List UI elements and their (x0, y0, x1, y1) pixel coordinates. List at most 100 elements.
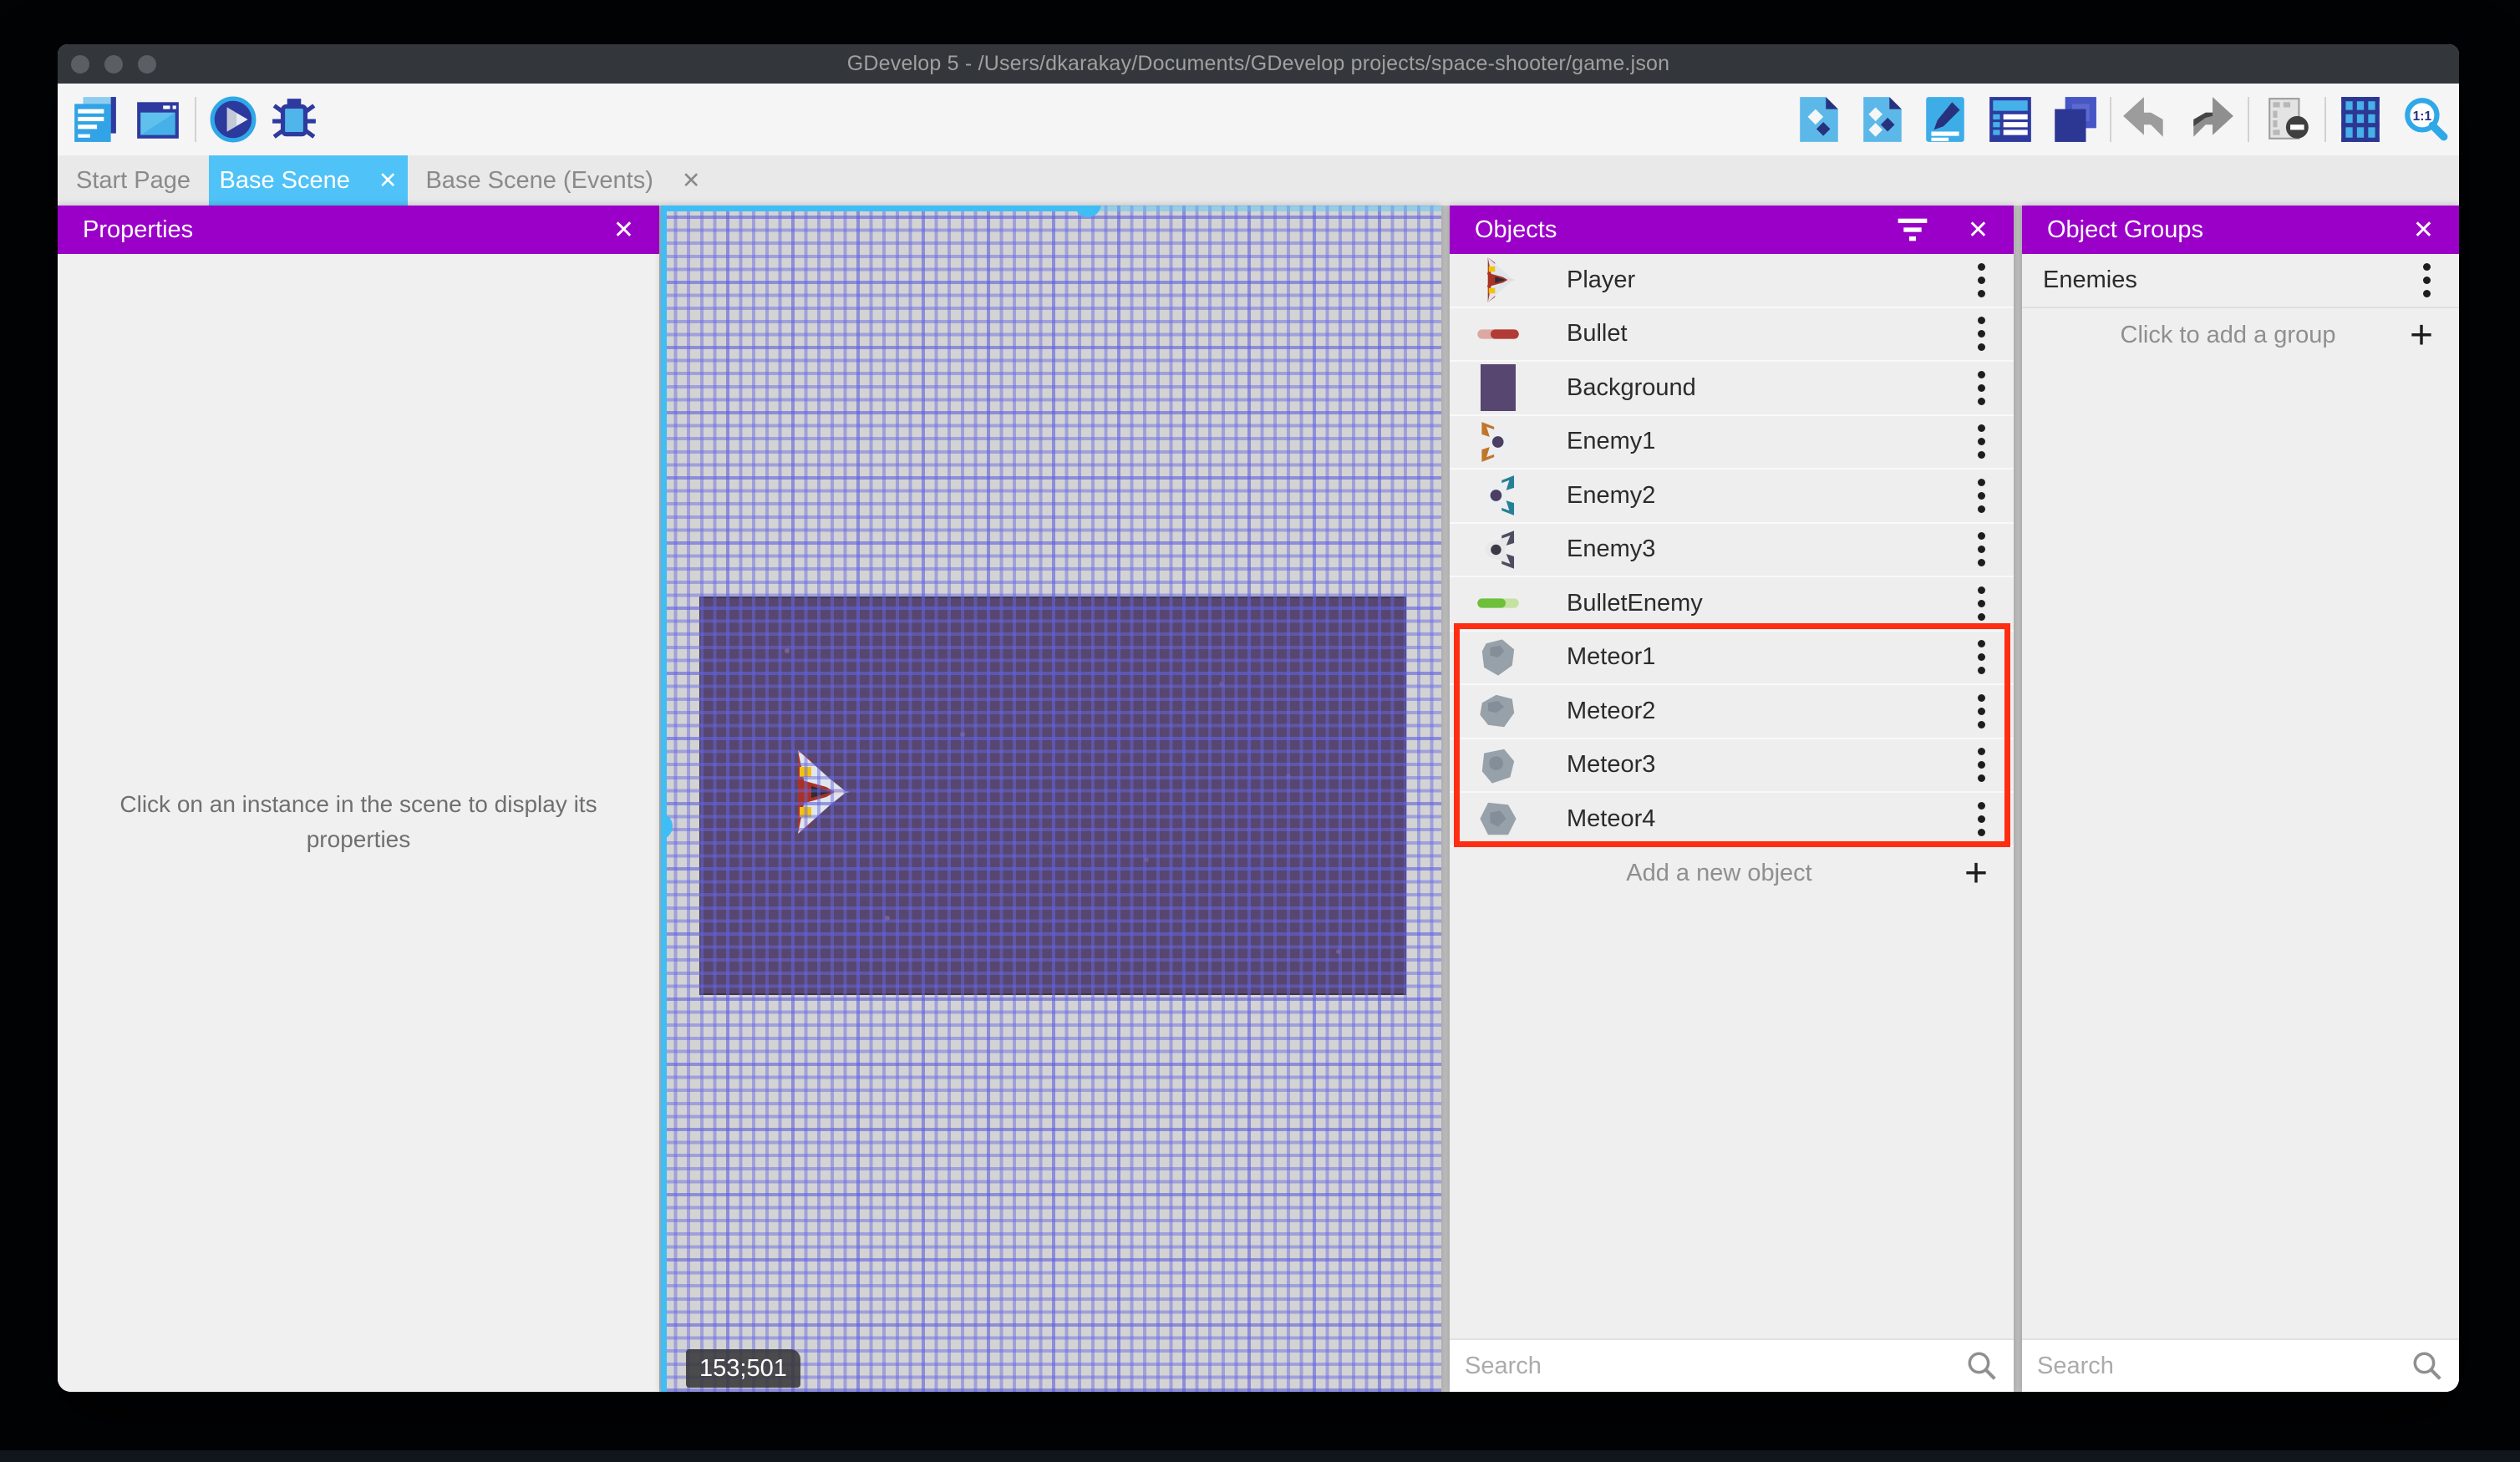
background-swatch-icon (1471, 363, 1525, 413)
kebab-menu-icon[interactable] (1966, 416, 2014, 467)
bullet-icon (1471, 309, 1525, 359)
kebab-menu-icon[interactable] (1966, 524, 2014, 575)
close-object-groups-panel-button[interactable]: ✕ (2408, 216, 2439, 245)
tab-label: Base Scene (219, 166, 350, 194)
kebab-menu-icon[interactable] (1966, 578, 2014, 629)
selection-handle-left[interactable] (661, 813, 673, 840)
groups-search-bar (2022, 1338, 2459, 1392)
open-object-groups-panel-button[interactable] (1858, 95, 1907, 144)
open-objects-panel-icon (1800, 97, 1838, 142)
add-group-button[interactable]: Click to add a group + (2022, 308, 2459, 362)
open-layers-panel-icon (2055, 97, 2096, 142)
zoom-one-to-one-button[interactable]: 1:1 (2399, 95, 2451, 144)
toggle-grid-button[interactable] (2336, 95, 2385, 144)
enemy3-ship-icon (1471, 525, 1525, 575)
object-row-enemy1[interactable]: Enemy1 (1450, 415, 2014, 470)
open-properties-panel-button[interactable] (1921, 95, 1969, 144)
traffic-light-zoom[interactable] (138, 54, 156, 74)
traffic-lights (58, 44, 156, 84)
close-icon: ✕ (1967, 216, 1989, 244)
close-icon: ✕ (612, 216, 634, 244)
kebab-menu-icon[interactable] (1966, 686, 2014, 737)
player-instance[interactable] (783, 749, 850, 835)
object-row-enemy2[interactable]: Enemy2 (1450, 470, 2014, 524)
meteor-icon (1471, 686, 1525, 736)
open-instances-list-button[interactable] (1986, 95, 2035, 144)
tab-base-scene[interactable]: Base Scene ✕ (209, 155, 408, 206)
window-title: GDevelop 5 - /Users/dkarakay/Documents/G… (846, 52, 1670, 75)
objects-panel: Objects ✕ Player Bullet Background Enemy… (1450, 206, 2014, 1392)
group-row-enemies[interactable]: Enemies (2022, 254, 2459, 308)
scene-editor-icon (137, 102, 179, 139)
close-properties-panel-button[interactable]: ✕ (608, 216, 639, 245)
object-row-background[interactable]: Background (1450, 362, 2014, 416)
object-row-meteor1[interactable]: Meteor1 (1450, 631, 2014, 685)
close-objects-panel-button[interactable]: ✕ (1963, 216, 1994, 245)
properties-panel: Properties ✕ Click on an instance in the… (58, 206, 659, 1392)
kebab-menu-icon[interactable] (1966, 470, 2014, 521)
play-preview-button[interactable] (209, 95, 257, 144)
open-instances-list-icon (1989, 97, 2031, 142)
undo-button[interactable] (2121, 95, 2170, 144)
objects-panel-header: Objects ✕ (1450, 206, 2014, 254)
object-row-player[interactable]: Player (1450, 254, 2014, 308)
objects-search-input[interactable] (1465, 1352, 1965, 1380)
close-icon[interactable]: ✕ (379, 168, 398, 194)
kebab-menu-icon[interactable] (2411, 255, 2459, 306)
filter-objects-button[interactable] (1891, 216, 1934, 243)
object-row-bullet[interactable]: Bullet (1450, 307, 2014, 362)
kebab-menu-icon[interactable] (1966, 363, 2014, 414)
meteor-icon (1471, 740, 1525, 790)
object-row-bulletenemy[interactable]: BulletEnemy (1450, 577, 2014, 632)
svg-text:1:1: 1:1 (2413, 109, 2432, 124)
main-area: Properties ✕ Click on an instance in the… (58, 206, 2459, 1392)
object-row-meteor3[interactable]: Meteor3 (1450, 739, 2014, 793)
kebab-menu-icon[interactable] (1966, 739, 2014, 790)
object-label: Enemy3 (1567, 536, 1656, 563)
object-row-meteor4[interactable]: Meteor4 (1450, 793, 2014, 847)
tab-base-scene-events[interactable]: Base Scene (Events) ✕ (408, 155, 719, 206)
panel-title: Object Groups (2047, 216, 2203, 243)
project-manager-button[interactable] (71, 95, 119, 144)
object-row-meteor2[interactable]: Meteor2 (1450, 685, 2014, 739)
kebab-menu-icon[interactable] (1966, 794, 2014, 845)
close-icon[interactable]: ✕ (682, 168, 701, 194)
toolbar: 1:1 (58, 84, 2459, 155)
object-label: Enemy1 (1567, 428, 1656, 455)
traffic-light-minimize[interactable] (104, 54, 123, 74)
redo-icon (2193, 97, 2233, 137)
object-groups-panel: Object Groups ✕ Enemies Click to add a g… (2022, 206, 2459, 1392)
object-label: Enemy2 (1567, 481, 1656, 509)
kebab-menu-icon[interactable] (1966, 632, 2014, 683)
selection-border-top-faded (1088, 206, 1441, 211)
tabbar: Start Page Base Scene ✕ Base Scene (Even… (58, 155, 2459, 206)
scene-editor-button[interactable] (134, 95, 182, 144)
object-label: Meteor3 (1567, 751, 1656, 779)
search-icon (1968, 1352, 1996, 1380)
kebab-menu-icon[interactable] (1966, 255, 2014, 306)
kebab-menu-icon[interactable] (1966, 308, 2014, 359)
undo-icon (2123, 97, 2163, 137)
open-objects-panel-button[interactable] (1795, 95, 1843, 144)
selection-handle-top[interactable] (1075, 206, 1101, 217)
object-row-enemy3[interactable]: Enemy3 (1450, 523, 2014, 577)
zoom-one-to-one-icon: 1:1 (2405, 98, 2448, 141)
open-layers-panel-button[interactable] (2050, 95, 2098, 144)
redo-button[interactable] (2187, 95, 2235, 144)
groups-search-input[interactable] (2037, 1352, 2411, 1380)
play-preview-icon (210, 96, 257, 143)
bullet-enemy-icon (1471, 578, 1525, 628)
filter-icon (1898, 218, 1928, 241)
object-label: Background (1567, 373, 1696, 401)
properties-panel-body: Click on an instance in the scene to dis… (58, 254, 659, 1392)
toggle-grid-icon (2341, 97, 2380, 142)
object-label: BulletEnemy (1567, 589, 1703, 617)
add-new-object-button[interactable]: Add a new object + (1450, 847, 2014, 901)
tab-start-page[interactable]: Start Page (58, 155, 209, 206)
selection-border-left (661, 206, 667, 1392)
traffic-light-close[interactable] (71, 54, 89, 74)
project-manager-icon (74, 97, 116, 142)
scene-canvas[interactable]: 153;501 (661, 206, 1441, 1392)
toggle-window-mask-button[interactable] (2264, 95, 2313, 144)
debug-button[interactable] (270, 95, 318, 144)
